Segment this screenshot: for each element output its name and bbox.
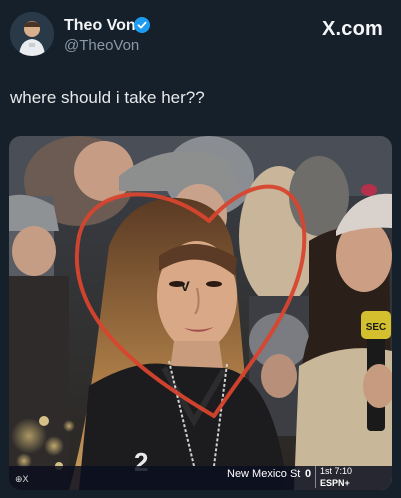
tweet-media[interactable]: SEC V 2 ⊕X New Mexico St 0 1st 7:10 ESPN… — [9, 136, 392, 490]
svg-text:V: V — [180, 278, 190, 294]
game-clock: 1st 7:10 — [320, 466, 353, 476]
svg-text:SEC: SEC — [366, 322, 387, 333]
x-watermark: X.com — [321, 18, 383, 40]
stadium-photo: SEC V 2 — [9, 136, 392, 490]
verified-badge-icon — [134, 17, 150, 33]
display-name[interactable]: Theo Von — [64, 17, 136, 35]
team-name: New Mexico St — [227, 468, 301, 480]
avatar[interactable] — [10, 12, 54, 56]
score-ticker: ⊕X New Mexico St 0 1st 7:10 ESPN+ — [9, 460, 392, 490]
user-handle[interactable]: @TheoVon — [64, 37, 139, 54]
ticker-divider — [315, 466, 316, 488]
network-label: ESPN+ — [320, 478, 350, 488]
source-mark: ⊕X — [15, 474, 29, 484]
tweet-header: Theo Von @TheoVon X.com — [0, 0, 401, 70]
tweet-text: where should i take her?? — [10, 88, 205, 107]
team-score: 0 — [305, 468, 312, 480]
